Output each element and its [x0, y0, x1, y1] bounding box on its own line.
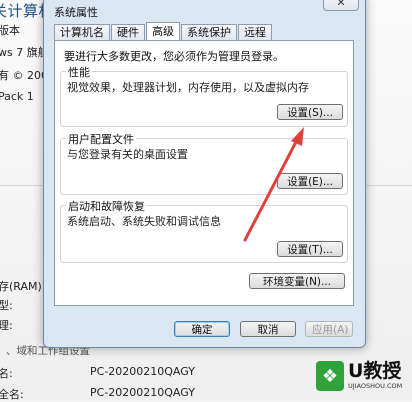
performance-description: 视觉效果，处理器计划，内存使用，以及虚拟内存 — [67, 81, 309, 94]
performance-group: 性能 视觉效果，处理器计划，内存使用，以及虚拟内存 设置(S)... — [60, 64, 348, 127]
apply-button[interactable]: 应用(A) — [305, 321, 353, 337]
tab-bar: 计算机名 硬件 高级 系统保护 远程 — [54, 22, 273, 41]
watermark-brand: U教授 — [348, 360, 402, 383]
startup-recovery-description: 系统启动、系统失败和调试信息 — [67, 215, 221, 228]
background-line: Pack 1 — [0, 90, 34, 103]
watermark-logo: ❖ U教授 UJIAOSHOU.COM — [316, 356, 408, 396]
system-properties-dialog: 系统属性 ✕ 计算机名 硬件 高级 系统保护 远程 要进行大多数更改，您必须作为… — [43, 0, 366, 348]
user-profiles-group: 用户配置文件 与您登录有关的桌面设置 设置(E)... — [60, 131, 348, 195]
startup-recovery-settings-button[interactable]: 设置(T)... — [277, 241, 343, 257]
background-line: 版本 — [0, 24, 20, 37]
tab-computer-name[interactable]: 计算机名 — [54, 24, 110, 40]
performance-settings-button[interactable]: 设置(S)... — [277, 104, 343, 120]
system-type-label: 型: — [0, 299, 13, 312]
tab-advanced[interactable]: 高级 — [146, 22, 180, 41]
tab-hardware[interactable]: 硬件 — [111, 24, 145, 40]
close-button[interactable]: ✕ — [323, 0, 359, 11]
startup-recovery-group: 启动和故障恢复 系统启动、系统失败和调试信息 设置(T)... — [60, 198, 348, 263]
environment-variables-button[interactable]: 环境变量(N)... — [249, 273, 345, 289]
admin-note: 要进行大多数更改，您必须作为管理员登录。 — [64, 50, 284, 63]
watermark-domain: UJIAOSHOU.COM — [348, 382, 403, 391]
startup-recovery-title: 启动和故障恢复 — [66, 198, 147, 214]
dialog-title: 系统属性 — [54, 6, 98, 19]
close-icon: ✕ — [336, 0, 346, 9]
background-line: ws 7 旗舰 — [0, 46, 49, 59]
tab-system-protection[interactable]: 系统保护 — [181, 24, 237, 40]
performance-title: 性能 — [66, 64, 92, 80]
tab-remote[interactable]: 远程 — [238, 24, 272, 40]
user-profiles-settings-button[interactable]: 设置(E)... — [277, 173, 343, 189]
ram-label: 存(RAM): — [0, 280, 46, 293]
user-profiles-description: 与您登录有关的桌面设置 — [67, 148, 188, 161]
computer-name-label: 名: — [0, 367, 13, 380]
full-name-value: PC-20200210QAGY — [90, 386, 195, 399]
windows-logo-icon: ❖ — [316, 361, 344, 391]
user-profiles-title: 用户配置文件 — [66, 131, 136, 147]
pen-touch-label: 理: — [0, 319, 13, 332]
computer-name-value: PC-20200210QAGY — [90, 365, 195, 378]
cancel-button[interactable]: 取消 — [240, 321, 296, 337]
advanced-tab-panel: 要进行大多数更改，您必须作为管理员登录。 性能 视觉效果，处理器计划，内存使用，… — [54, 40, 354, 306]
ok-button[interactable]: 确定 — [174, 321, 230, 337]
background-line: 有 © 200 — [0, 69, 48, 82]
